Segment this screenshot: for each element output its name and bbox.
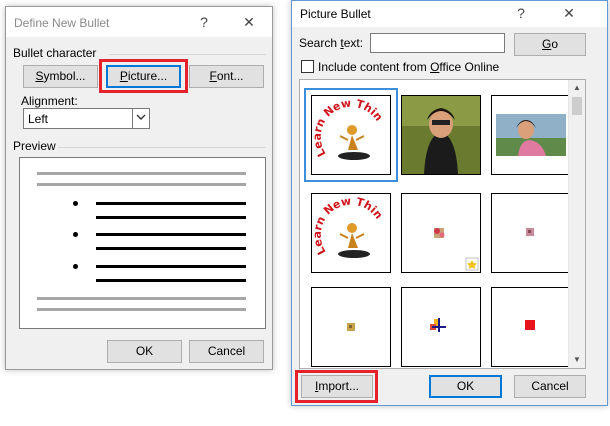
go-button[interactable]: Go: [514, 33, 586, 56]
colored-cross: [430, 318, 446, 332]
preview-bullet-dot: [73, 264, 78, 269]
gallery-item-learn-new-things[interactable]: Learn New Things: [304, 86, 398, 182]
preview-gray-line: [37, 172, 246, 175]
scroll-thumb[interactable]: [572, 97, 582, 115]
small-gold-square: [347, 323, 355, 331]
bullet-character-label: Bullet character: [13, 46, 97, 60]
include-online-label: Include content from Office Online: [318, 60, 500, 74]
small-flower-picture: [434, 228, 479, 271]
preview-text-line: [96, 233, 246, 236]
alignment-select[interactable]: Left: [23, 108, 150, 129]
preview-gray-line: [37, 297, 246, 300]
scroll-up-icon[interactable]: ▲: [569, 80, 585, 96]
help-button[interactable]: ?: [506, 2, 536, 24]
group-divider: [58, 147, 266, 148]
gallery-item-colored-cross[interactable]: [401, 287, 481, 367]
preview-gray-line: [37, 183, 246, 186]
close-button[interactable]: ✕: [554, 2, 584, 24]
dialog-title: Picture Bullet: [300, 7, 371, 21]
learn-new-things-logo: Learn New Things: [308, 86, 385, 160]
preview-text-line: [96, 265, 246, 268]
gallery-scrollbar[interactable]: ▲ ▼: [568, 80, 585, 368]
preview-label: Preview: [13, 139, 56, 153]
title-bar: Define New Bullet ? ✕: [6, 7, 272, 37]
gallery-item-outdoor-photo[interactable]: [491, 95, 571, 175]
picture-gallery: Learn New Things: [299, 79, 586, 369]
dialog-title: Define New Bullet: [14, 16, 110, 30]
gallery-item-flower[interactable]: [401, 193, 481, 273]
import-button[interactable]: Import...: [301, 375, 373, 398]
preview-bullet-dot: [73, 232, 78, 237]
symbol-button[interactable]: Symbol...: [23, 65, 98, 88]
define-new-bullet-dialog: Define New Bullet ? ✕ Bullet character S…: [5, 6, 273, 370]
picture-button[interactable]: Picture...: [106, 65, 181, 88]
preview-gray-line: [37, 308, 246, 311]
include-online-checkbox[interactable]: [301, 60, 314, 73]
search-text-label: Search text:: [299, 36, 364, 50]
gallery-item-gold-square[interactable]: [311, 287, 391, 367]
preview-text-line: [96, 202, 246, 205]
gallery-item-portrait-photo[interactable]: [401, 95, 481, 175]
cancel-button[interactable]: Cancel: [514, 375, 586, 398]
gallery-item-learn-new-things[interactable]: Learn New Things: [308, 184, 391, 273]
scroll-down-icon[interactable]: ▼: [569, 352, 585, 368]
alignment-value: Left: [28, 112, 49, 126]
font-button[interactable]: Font...: [189, 65, 264, 88]
learn-new-things-logo: Learn New Things: [308, 184, 385, 258]
woman-portrait-photo: [402, 96, 480, 174]
title-bar: Picture Bullet ? ✕: [292, 1, 607, 27]
ok-button[interactable]: OK: [107, 340, 182, 363]
gallery-item-red-square[interactable]: [491, 287, 571, 367]
group-divider: [109, 54, 266, 55]
picture-bullet-dialog: Picture Bullet ? ✕ Search text: Go Inclu…: [291, 0, 608, 406]
search-input[interactable]: [370, 33, 505, 53]
red-square: [525, 320, 535, 330]
chevron-down-icon[interactable]: [132, 109, 149, 128]
small-pink-square: [526, 228, 534, 236]
preview-bullet-dot: [73, 201, 78, 206]
gallery-item-pink-square[interactable]: [491, 193, 571, 273]
preview-text-line: [96, 247, 246, 250]
ok-button[interactable]: OK: [429, 375, 502, 398]
preview-text-line: [96, 279, 246, 282]
alignment-label: Alignment:: [21, 94, 78, 108]
woman-outdoor-photo: [496, 114, 566, 156]
close-button[interactable]: ✕: [234, 11, 264, 33]
bullet-preview: [19, 157, 266, 329]
cancel-button[interactable]: Cancel: [189, 340, 264, 363]
help-button[interactable]: ?: [189, 11, 219, 33]
preview-text-line: [96, 216, 246, 219]
